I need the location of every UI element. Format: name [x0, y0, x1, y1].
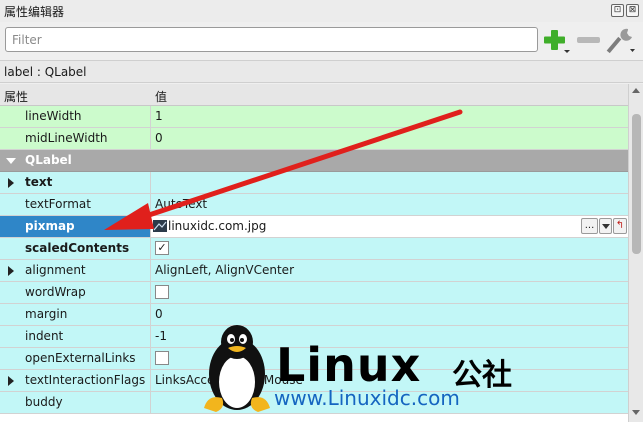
- title-bar: 属性编辑器 ⊡ ⊠: [0, 0, 643, 22]
- property-name: wordWrap: [25, 285, 86, 299]
- window-title: 属性编辑器: [4, 5, 65, 19]
- image-thumbnail-icon: [153, 220, 167, 232]
- property-value[interactable]: 1: [155, 109, 163, 123]
- table-row[interactable]: alignment AlignLeft, AlignVCenter: [0, 260, 628, 282]
- table-row[interactable]: lineWidth 1: [0, 106, 628, 128]
- table-row[interactable]: margin 0: [0, 304, 628, 326]
- header-value[interactable]: 值: [155, 88, 167, 105]
- property-name: alignment: [25, 263, 86, 277]
- property-name: openExternalLinks: [25, 351, 136, 365]
- section-label: QLabel: [25, 153, 72, 167]
- header-property[interactable]: 属性: [4, 88, 28, 105]
- object-label: label : QLabel: [4, 65, 87, 79]
- property-value[interactable]: AutoText: [155, 197, 207, 211]
- checkbox-unchecked[interactable]: [155, 285, 169, 299]
- property-name: indent: [25, 329, 64, 343]
- property-name: lineWidth: [25, 109, 82, 123]
- scroll-up-icon[interactable]: [632, 88, 640, 93]
- table-row[interactable]: midLineWidth 0: [0, 128, 628, 150]
- reset-button[interactable]: ↰: [613, 218, 627, 234]
- property-name: text: [25, 175, 53, 189]
- section-row[interactable]: QLabel: [0, 150, 628, 172]
- property-name: pixmap: [25, 219, 75, 233]
- column-header: 属性 值: [0, 84, 628, 106]
- property-name: midLineWidth: [25, 131, 108, 145]
- table-row[interactable]: text: [0, 172, 628, 194]
- expand-arrow-icon[interactable]: [8, 266, 14, 276]
- checkbox-unchecked[interactable]: [155, 351, 169, 365]
- expand-arrow-icon[interactable]: [8, 178, 14, 188]
- property-value[interactable]: AlignLeft, AlignVCenter: [155, 263, 294, 277]
- filter-field[interactable]: [5, 27, 538, 52]
- float-icon[interactable]: ⊡: [611, 4, 624, 17]
- property-value[interactable]: 0: [155, 131, 163, 145]
- wrench-icon[interactable]: [606, 26, 636, 54]
- table-row-selected[interactable]: pixmap linuxidc.com.jpg ... ↰: [0, 216, 628, 238]
- watermark-cn: 公社: [452, 358, 512, 393]
- property-value[interactable]: 0: [155, 307, 163, 321]
- vertical-scrollbar[interactable]: [628, 84, 643, 422]
- property-value[interactable]: linuxidc.com.jpg: [168, 219, 266, 233]
- table-row[interactable]: scaledContents ✓: [0, 238, 628, 260]
- watermark-brand: Linux: [276, 338, 422, 392]
- filter-input[interactable]: [6, 28, 537, 51]
- plus-icon[interactable]: [543, 28, 571, 54]
- scroll-down-icon[interactable]: [632, 410, 640, 415]
- watermark-url: www.Linuxidc.com: [274, 386, 460, 410]
- dropdown-button[interactable]: [599, 218, 612, 234]
- table-row[interactable]: textFormat AutoText: [0, 194, 628, 216]
- table-row[interactable]: wordWrap: [0, 282, 628, 304]
- property-value[interactable]: -1: [155, 329, 167, 343]
- property-name: textFormat: [25, 197, 91, 211]
- object-class-bar: label : QLabel: [0, 60, 643, 83]
- property-name: margin: [25, 307, 68, 321]
- minus-icon[interactable]: [576, 35, 602, 45]
- browse-button[interactable]: ...: [581, 218, 598, 234]
- checkbox-checked[interactable]: ✓: [155, 241, 169, 255]
- close-icon[interactable]: ⊠: [626, 4, 639, 17]
- scrollbar-thumb[interactable]: [632, 114, 641, 254]
- collapse-arrow-icon[interactable]: [6, 158, 16, 164]
- property-name: scaledContents: [25, 241, 130, 255]
- property-name: buddy: [25, 395, 63, 409]
- property-name: textInteractionFlags: [25, 373, 146, 387]
- chevron-down-icon: [602, 224, 610, 229]
- expand-arrow-icon[interactable]: [8, 376, 14, 386]
